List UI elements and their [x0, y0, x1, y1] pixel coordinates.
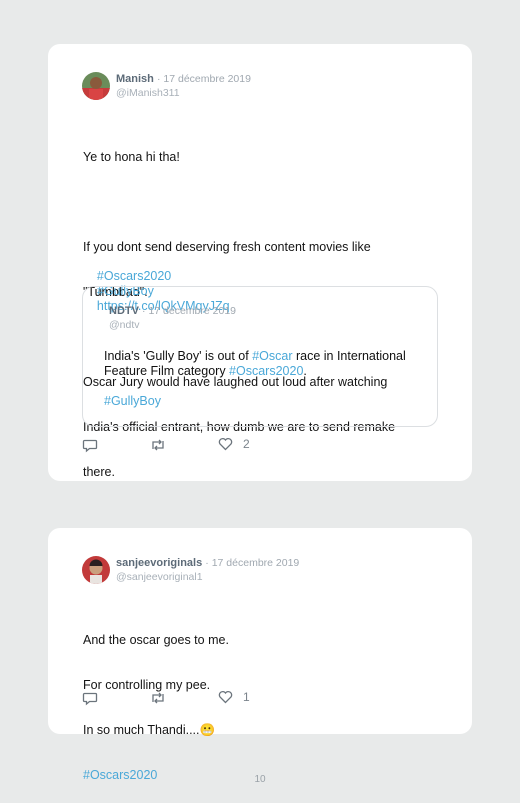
tweet-card: sanjeevoriginals · 17 décembre 2019 @san… — [48, 528, 472, 782]
author-name[interactable]: Manish — [116, 73, 154, 85]
author-handle[interactable]: @iManish311 — [116, 87, 180, 99]
like-count: 2 — [243, 437, 250, 451]
author-line: sanjeevoriginals · 17 décembre 2019 — [116, 557, 300, 569]
quoted-tweet-text: India's 'Gully Boy' is out of #Oscar rac… — [104, 349, 406, 378]
tweet-text-line: Ye to hona hi tha! — [83, 150, 180, 164]
quoted-author-line: NDTV · 17 décembre 2019 — [109, 305, 237, 317]
quoted-author-handle[interactable]: @ndtv — [109, 319, 140, 331]
reply-icon — [82, 692, 98, 706]
like-count: 1 — [243, 690, 250, 704]
tweet-text-line: And the oscar goes to me. — [83, 633, 229, 647]
quoted-tweet-date[interactable]: 17 décembre 2019 — [148, 305, 236, 317]
tweet-header: Manish · 17 décembre 2019 @iManish311 — [82, 72, 452, 102]
retweet-icon — [152, 439, 164, 451]
hashtag-link[interactable]: #GullyBoy — [104, 394, 161, 408]
avatar[interactable] — [82, 556, 110, 584]
author-name[interactable]: sanjeevoriginals — [116, 557, 202, 569]
author-line: Manish · 17 décembre 2019 — [116, 73, 251, 85]
hashtag-link[interactable]: #Oscar — [252, 349, 292, 363]
reply-button[interactable] — [82, 690, 98, 706]
tweet-date[interactable]: 17 décembre 2019 — [212, 557, 300, 569]
heart-icon — [218, 690, 233, 704]
page-number: 10 — [254, 774, 266, 785]
retweet-button[interactable] — [149, 437, 167, 453]
tweet-card: Manish · 17 décembre 2019 @iManish311 Ye… — [48, 44, 472, 481]
tweet-header: sanjeevoriginals · 17 décembre 2019 @san… — [82, 556, 452, 586]
reply-icon — [82, 439, 98, 453]
like-button[interactable]: 2 — [218, 437, 250, 451]
hashtag-link[interactable]: #Oscars2020 — [229, 364, 303, 378]
tweet-date[interactable]: 17 décembre 2019 — [163, 73, 251, 85]
tweet-actions: 1 — [82, 690, 442, 706]
author-handle[interactable]: @sanjeevoriginal1 — [116, 571, 203, 583]
tweet-actions: 2 — [82, 437, 442, 453]
quoted-author-name[interactable]: NDTV — [109, 305, 139, 317]
quoted-tweet[interactable]: NDTV · 17 décembre 2019 @ndtv India's 'G… — [82, 286, 438, 427]
hashtag-link[interactable]: #Oscars2020 — [97, 269, 171, 283]
tweet-text-line: If you dont send deserving fresh content… — [83, 240, 371, 254]
reply-button[interactable] — [82, 437, 98, 453]
tweet-text-line: In so much Thandi....😬 — [83, 723, 216, 737]
heart-icon — [218, 437, 233, 451]
tweet-text-line: there. — [83, 465, 115, 479]
tweet-text-line — [83, 195, 443, 210]
retweet-icon — [152, 692, 164, 704]
like-button[interactable]: 1 — [218, 690, 250, 704]
retweet-button[interactable] — [149, 690, 167, 706]
avatar[interactable] — [82, 72, 110, 100]
